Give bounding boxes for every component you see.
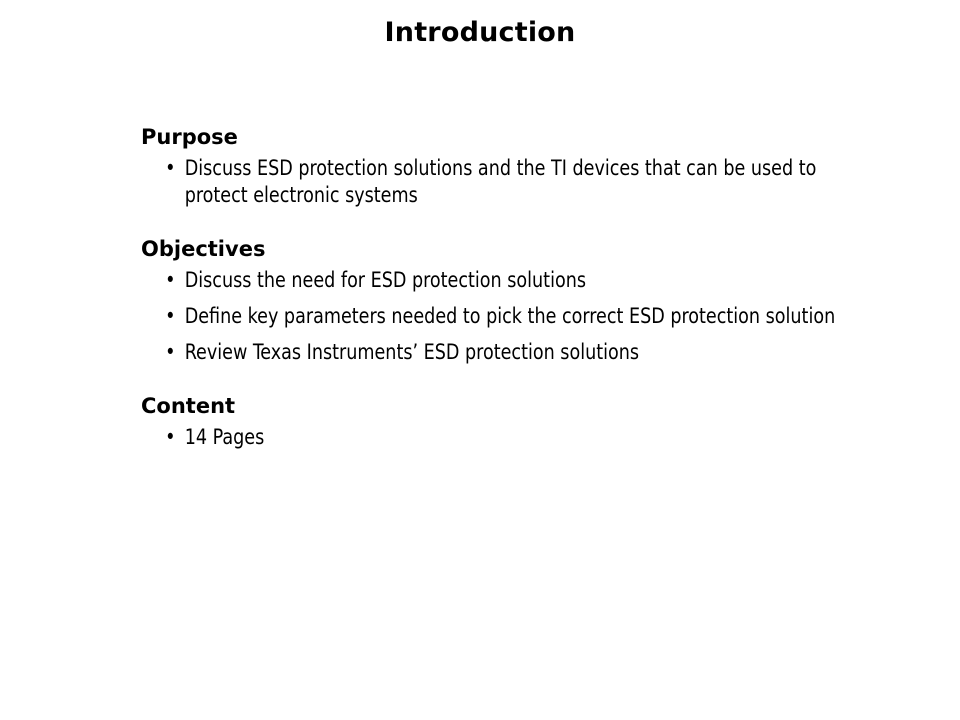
- bullet-point-icon: •: [165, 268, 176, 292]
- list-item-text: Discuss the need for ESD protection solu…: [184, 268, 586, 292]
- list-item: • Discuss the need for ESD protection so…: [141, 267, 885, 294]
- section-objectives: Objectives • Discuss the need for ESD pr…: [141, 236, 841, 366]
- bullet-point-icon: •: [165, 425, 176, 449]
- list-item: • Review Texas Instruments’ ESD protecti…: [141, 339, 885, 366]
- bullet-list-content: • 14 Pages: [141, 424, 841, 451]
- slide: Introduction Purpose • Discuss ESD prote…: [0, 0, 960, 720]
- list-item-text: Discuss ESD protection solutions and the…: [184, 156, 817, 207]
- list-item: • Discuss ESD protection solutions and t…: [141, 155, 885, 209]
- section-heading-content: Content: [141, 394, 236, 418]
- bullet-list-purpose: • Discuss ESD protection solutions and t…: [141, 155, 841, 209]
- list-item: • 14 Pages: [141, 424, 885, 451]
- bullet-list-objectives: • Discuss the need for ESD protection so…: [141, 267, 841, 366]
- bullet-point-icon: •: [165, 340, 176, 364]
- section-content: Content • 14 Pages: [141, 393, 841, 451]
- section-purpose: Purpose • Discuss ESD protection solutio…: [141, 124, 841, 209]
- page-title: Introduction: [384, 17, 576, 48]
- list-item-text: Review Texas Instruments’ ESD protection…: [184, 340, 640, 364]
- slide-body: Purpose • Discuss ESD protection solutio…: [141, 124, 841, 451]
- list-item-text: 14 Pages: [184, 425, 265, 449]
- section-heading-purpose: Purpose: [141, 125, 238, 149]
- list-item-text: Define key parameters needed to pick the…: [184, 304, 836, 328]
- bullet-point-icon: •: [165, 304, 176, 328]
- bullet-point-icon: •: [165, 156, 176, 180]
- list-item: • Define key parameters needed to pick t…: [141, 303, 885, 330]
- section-heading-objectives: Objectives: [141, 237, 266, 261]
